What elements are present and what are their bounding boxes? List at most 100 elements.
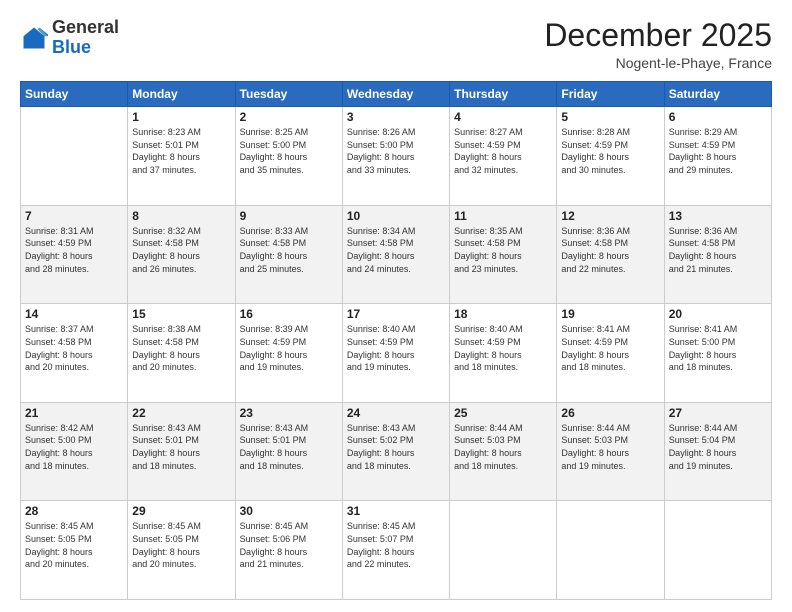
table-row: 16 Sunrise: 8:39 AMSunset: 4:59 PMDayligh… [235, 304, 342, 403]
cell-info: Sunrise: 8:26 AMSunset: 5:00 PMDaylight:… [347, 126, 445, 176]
day-number: 24 [347, 406, 445, 420]
cell-info: Sunrise: 8:45 AMSunset: 5:05 PMDaylight:… [25, 520, 123, 570]
day-number: 3 [347, 110, 445, 124]
day-number: 4 [454, 110, 552, 124]
col-friday: Friday [557, 82, 664, 107]
cell-info: Sunrise: 8:45 AMSunset: 5:06 PMDaylight:… [240, 520, 338, 570]
day-number: 1 [132, 110, 230, 124]
cell-info: Sunrise: 8:35 AMSunset: 4:58 PMDaylight:… [454, 225, 552, 275]
cell-info: Sunrise: 8:28 AMSunset: 4:59 PMDaylight:… [561, 126, 659, 176]
day-number: 29 [132, 504, 230, 518]
day-number: 31 [347, 504, 445, 518]
cell-info: Sunrise: 8:36 AMSunset: 4:58 PMDaylight:… [561, 225, 659, 275]
cell-info: Sunrise: 8:39 AMSunset: 4:59 PMDaylight:… [240, 323, 338, 373]
cell-info: Sunrise: 8:44 AMSunset: 5:03 PMDaylight:… [561, 422, 659, 472]
table-row: 15 Sunrise: 8:38 AMSunset: 4:58 PMDayligh… [128, 304, 235, 403]
day-number: 14 [25, 307, 123, 321]
table-row: 5 Sunrise: 8:28 AMSunset: 4:59 PMDaylight… [557, 107, 664, 206]
cell-info: Sunrise: 8:45 AMSunset: 5:07 PMDaylight:… [347, 520, 445, 570]
cell-info: Sunrise: 8:40 AMSunset: 4:59 PMDaylight:… [454, 323, 552, 373]
day-number: 5 [561, 110, 659, 124]
logo-blue: Blue [52, 37, 91, 57]
day-number: 20 [669, 307, 767, 321]
calendar-table: Sunday Monday Tuesday Wednesday Thursday… [20, 81, 772, 600]
table-row: 2Sunrise: 8:25 AMSunset: 5:00 PMDaylight… [235, 107, 342, 206]
table-row: 30 Sunrise: 8:45 AMSunset: 5:06 PMDayligh… [235, 501, 342, 600]
table-row: 4 Sunrise: 8:27 AMSunset: 4:59 PMDaylight… [450, 107, 557, 206]
table-row: 10Sunrise: 8:34 AMSunset: 4:58 PMDayligh… [342, 205, 449, 304]
logo-general: General [52, 17, 119, 37]
cell-info: Sunrise: 8:44 AMSunset: 5:04 PMDaylight:… [669, 422, 767, 472]
logo-text: General Blue [52, 18, 119, 58]
cell-info: Sunrise: 8:44 AMSunset: 5:03 PMDaylight:… [454, 422, 552, 472]
table-row: 31 Sunrise: 8:45 AMSunset: 5:07 PMDayligh… [342, 501, 449, 600]
table-row: 12Sunrise: 8:36 AMSunset: 4:58 PMDayligh… [557, 205, 664, 304]
table-row: 29 Sunrise: 8:45 AMSunset: 5:05 PMDayligh… [128, 501, 235, 600]
cell-info: Sunrise: 8:45 AMSunset: 5:05 PMDaylight:… [132, 520, 230, 570]
cell-info: Sunrise: 8:27 AMSunset: 4:59 PMDaylight:… [454, 126, 552, 176]
table-row: 8 Sunrise: 8:32 AMSunset: 4:58 PMDaylight… [128, 205, 235, 304]
day-number: 16 [240, 307, 338, 321]
table-row: 3 Sunrise: 8:26 AMSunset: 5:00 PMDaylight… [342, 107, 449, 206]
table-row: 27 Sunrise: 8:44 AMSunset: 5:04 PMDayligh… [664, 402, 771, 501]
cell-info: Sunrise: 8:42 AMSunset: 5:00 PMDaylight:… [25, 422, 123, 472]
day-number: 22 [132, 406, 230, 420]
table-row [21, 107, 128, 206]
calendar-week-row: 21Sunrise: 8:42 AMSunset: 5:00 PMDayligh… [21, 402, 772, 501]
day-number: 13 [669, 209, 767, 223]
cell-info: Sunrise: 8:40 AMSunset: 4:59 PMDaylight:… [347, 323, 445, 373]
day-number: 19 [561, 307, 659, 321]
table-row: 9 Sunrise: 8:33 AMSunset: 4:58 PMDaylight… [235, 205, 342, 304]
day-number: 7 [25, 209, 123, 223]
cell-info: Sunrise: 8:33 AMSunset: 4:58 PMDaylight:… [240, 225, 338, 275]
table-row: 13 Sunrise: 8:36 AMSunset: 4:58 PMDayligh… [664, 205, 771, 304]
day-number: 15 [132, 307, 230, 321]
col-thursday: Thursday [450, 82, 557, 107]
table-row [450, 501, 557, 600]
cell-info: Sunrise: 8:34 AMSunset: 4:58 PMDaylight:… [347, 225, 445, 275]
cell-info: Sunrise: 8:32 AMSunset: 4:58 PMDaylight:… [132, 225, 230, 275]
day-number: 18 [454, 307, 552, 321]
table-row: 24Sunrise: 8:43 AMSunset: 5:02 PMDayligh… [342, 402, 449, 501]
calendar-week-row: 1 Sunrise: 8:23 AMSunset: 5:01 PMDaylight… [21, 107, 772, 206]
day-number: 2 [240, 110, 338, 124]
day-number: 9 [240, 209, 338, 223]
cell-info: Sunrise: 8:29 AMSunset: 4:59 PMDaylight:… [669, 126, 767, 176]
header: General Blue December 2025 Nogent-le-Pha… [20, 18, 772, 71]
day-number: 23 [240, 406, 338, 420]
day-number: 17 [347, 307, 445, 321]
title-block: December 2025 Nogent-le-Phaye, France [544, 18, 772, 71]
cell-info: Sunrise: 8:43 AMSunset: 5:01 PMDaylight:… [240, 422, 338, 472]
table-row: 28 Sunrise: 8:45 AMSunset: 5:05 PMDayligh… [21, 501, 128, 600]
day-number: 30 [240, 504, 338, 518]
table-row: 23 Sunrise: 8:43 AMSunset: 5:01 PMDayligh… [235, 402, 342, 501]
col-wednesday: Wednesday [342, 82, 449, 107]
table-row: 1 Sunrise: 8:23 AMSunset: 5:01 PMDaylight… [128, 107, 235, 206]
cell-info: Sunrise: 8:37 AMSunset: 4:58 PMDaylight:… [25, 323, 123, 373]
day-number: 11 [454, 209, 552, 223]
day-number: 8 [132, 209, 230, 223]
col-monday: Monday [128, 82, 235, 107]
table-row: 22Sunrise: 8:43 AMSunset: 5:01 PMDayligh… [128, 402, 235, 501]
day-number: 26 [561, 406, 659, 420]
table-row: 20Sunrise: 8:41 AMSunset: 5:00 PMDayligh… [664, 304, 771, 403]
calendar-week-row: 28 Sunrise: 8:45 AMSunset: 5:05 PMDayligh… [21, 501, 772, 600]
table-row: 14 Sunrise: 8:37 AMSunset: 4:58 PMDayligh… [21, 304, 128, 403]
cell-info: Sunrise: 8:41 AMSunset: 4:59 PMDaylight:… [561, 323, 659, 373]
day-number: 27 [669, 406, 767, 420]
col-tuesday: Tuesday [235, 82, 342, 107]
cell-info: Sunrise: 8:23 AMSunset: 5:01 PMDaylight:… [132, 126, 230, 176]
table-row: 19 Sunrise: 8:41 AMSunset: 4:59 PMDayligh… [557, 304, 664, 403]
month-title: December 2025 [544, 18, 772, 53]
logo: General Blue [20, 18, 119, 58]
table-row: 7 Sunrise: 8:31 AMSunset: 4:59 PMDaylight… [21, 205, 128, 304]
table-row: 26 Sunrise: 8:44 AMSunset: 5:03 PMDayligh… [557, 402, 664, 501]
cell-info: Sunrise: 8:36 AMSunset: 4:58 PMDaylight:… [669, 225, 767, 275]
day-number: 28 [25, 504, 123, 518]
table-row [557, 501, 664, 600]
cell-info: Sunrise: 8:38 AMSunset: 4:58 PMDaylight:… [132, 323, 230, 373]
cell-info: Sunrise: 8:31 AMSunset: 4:59 PMDaylight:… [25, 225, 123, 275]
table-row: 18 Sunrise: 8:40 AMSunset: 4:59 PMDayligh… [450, 304, 557, 403]
calendar-header-row: Sunday Monday Tuesday Wednesday Thursday… [21, 82, 772, 107]
table-row: 25Sunrise: 8:44 AMSunset: 5:03 PMDayligh… [450, 402, 557, 501]
